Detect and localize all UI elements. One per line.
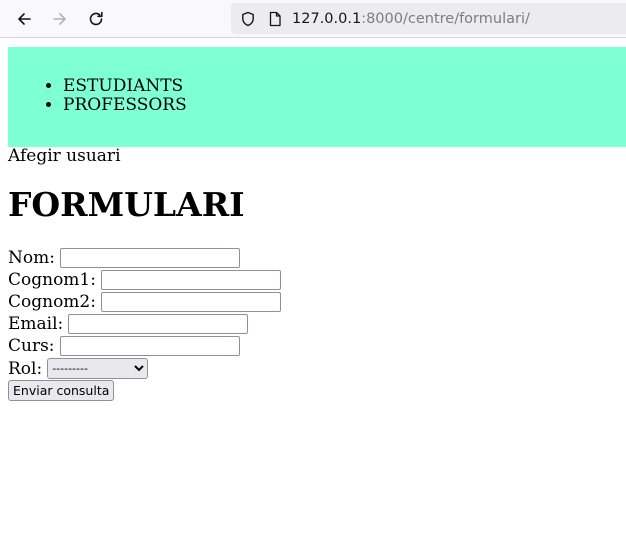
email-field[interactable] xyxy=(68,314,249,334)
rol-select[interactable]: --------- xyxy=(47,358,149,379)
reload-icon xyxy=(89,11,103,26)
nom-row: Nom: xyxy=(8,248,240,268)
nom-field[interactable] xyxy=(59,248,240,268)
shield-icon[interactable] xyxy=(239,10,257,28)
cognom2-row: Cognom2: xyxy=(8,292,281,312)
browser-toolbar: 127.0.0.1:8000/centre/formulari/ xyxy=(0,0,626,38)
curs-label: Curs: xyxy=(8,336,55,356)
url-host: 127.0.0.1 xyxy=(292,10,362,27)
add-user-link[interactable]: Afegir usuari xyxy=(8,146,121,166)
url-text[interactable]: 127.0.0.1:8000/centre/formulari/ xyxy=(292,11,530,27)
rol-label: Rol: xyxy=(8,358,43,379)
email-label: Email: xyxy=(8,314,64,334)
arrow-right-icon xyxy=(53,13,66,25)
menu-item-professors[interactable]: PROFESSORS xyxy=(63,96,187,115)
page-icon[interactable] xyxy=(266,10,284,28)
forward-button[interactable] xyxy=(49,8,71,30)
cognom2-label: Cognom2: xyxy=(8,292,96,312)
nom-label: Nom: xyxy=(8,248,55,268)
cognom1-row: Cognom1: xyxy=(8,270,281,290)
curs-row: Curs: xyxy=(8,336,240,356)
back-button[interactable] xyxy=(13,8,35,30)
menu-list: ESTUDIANTS PROFESSORS xyxy=(8,77,187,115)
rol-row: Rol: --------- xyxy=(8,358,149,379)
top-menu: ESTUDIANTS PROFESSORS xyxy=(8,47,626,147)
arrow-left-icon xyxy=(18,13,31,25)
url-path: :8000/centre/formulari/ xyxy=(361,10,530,27)
cognom1-field[interactable] xyxy=(100,270,281,290)
address-bar[interactable]: 127.0.0.1:8000/centre/formulari/ xyxy=(231,3,626,34)
cognom2-field[interactable] xyxy=(100,292,281,312)
submit-button[interactable]: Enviar consulta xyxy=(8,380,115,401)
email-row: Email: xyxy=(8,314,249,334)
menu-item-estudiants[interactable]: ESTUDIANTS xyxy=(63,77,187,96)
cognom1-label: Cognom1: xyxy=(8,270,96,290)
page-title: FORMULARI xyxy=(8,185,245,224)
reload-button[interactable] xyxy=(85,8,107,30)
curs-field[interactable] xyxy=(59,336,240,356)
